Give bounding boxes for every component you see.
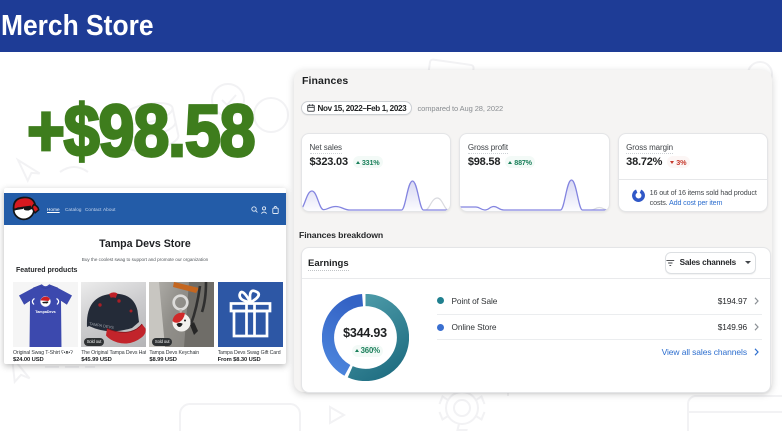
svg-text:TampaDevs: TampaDevs	[35, 310, 55, 314]
